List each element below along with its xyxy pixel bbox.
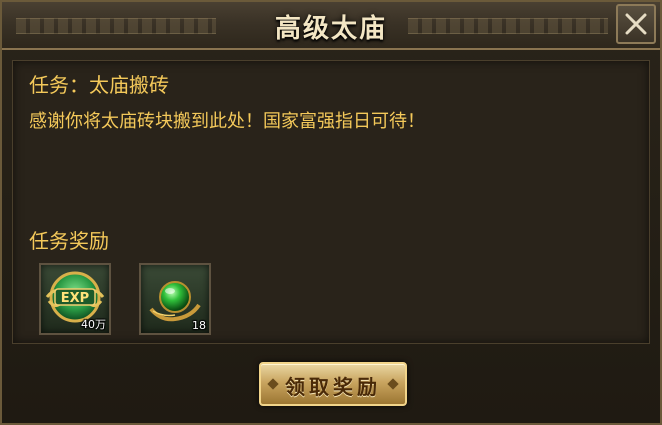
task-description: 感谢你将太庙砖块搬到此处！国家富强指日可待！: [29, 111, 425, 132]
dialog-title: 高级太庙: [274, 14, 387, 44]
reward-slot-exp[interactable]: EXP 40万: [39, 263, 111, 335]
reward-slot-jade[interactable]: 18: [139, 263, 211, 335]
claim-reward-label: 领取奖励: [285, 375, 381, 399]
reward-quantity: 40万: [81, 318, 106, 331]
svg-text:EXP: EXP: [61, 291, 89, 306]
reward-heading: 任务奖励: [29, 229, 109, 253]
claim-reward-button[interactable]: 领取奖励: [259, 362, 407, 406]
title-bar: 高级太庙: [2, 2, 660, 50]
dialog-window: 高级太庙 任务：太庙搬砖 感谢你将太庙砖块搬到此处！国家富强指日可待！ 任务奖励: [0, 0, 662, 425]
task-title: 任务：太庙搬砖: [29, 73, 169, 97]
task-panel: 任务：太庙搬砖 感谢你将太庙砖块搬到此处！国家富强指日可待！ 任务奖励 EXP …: [12, 60, 650, 344]
reward-quantity: 18: [192, 319, 206, 332]
close-icon: [625, 13, 647, 35]
close-button[interactable]: [616, 4, 656, 44]
